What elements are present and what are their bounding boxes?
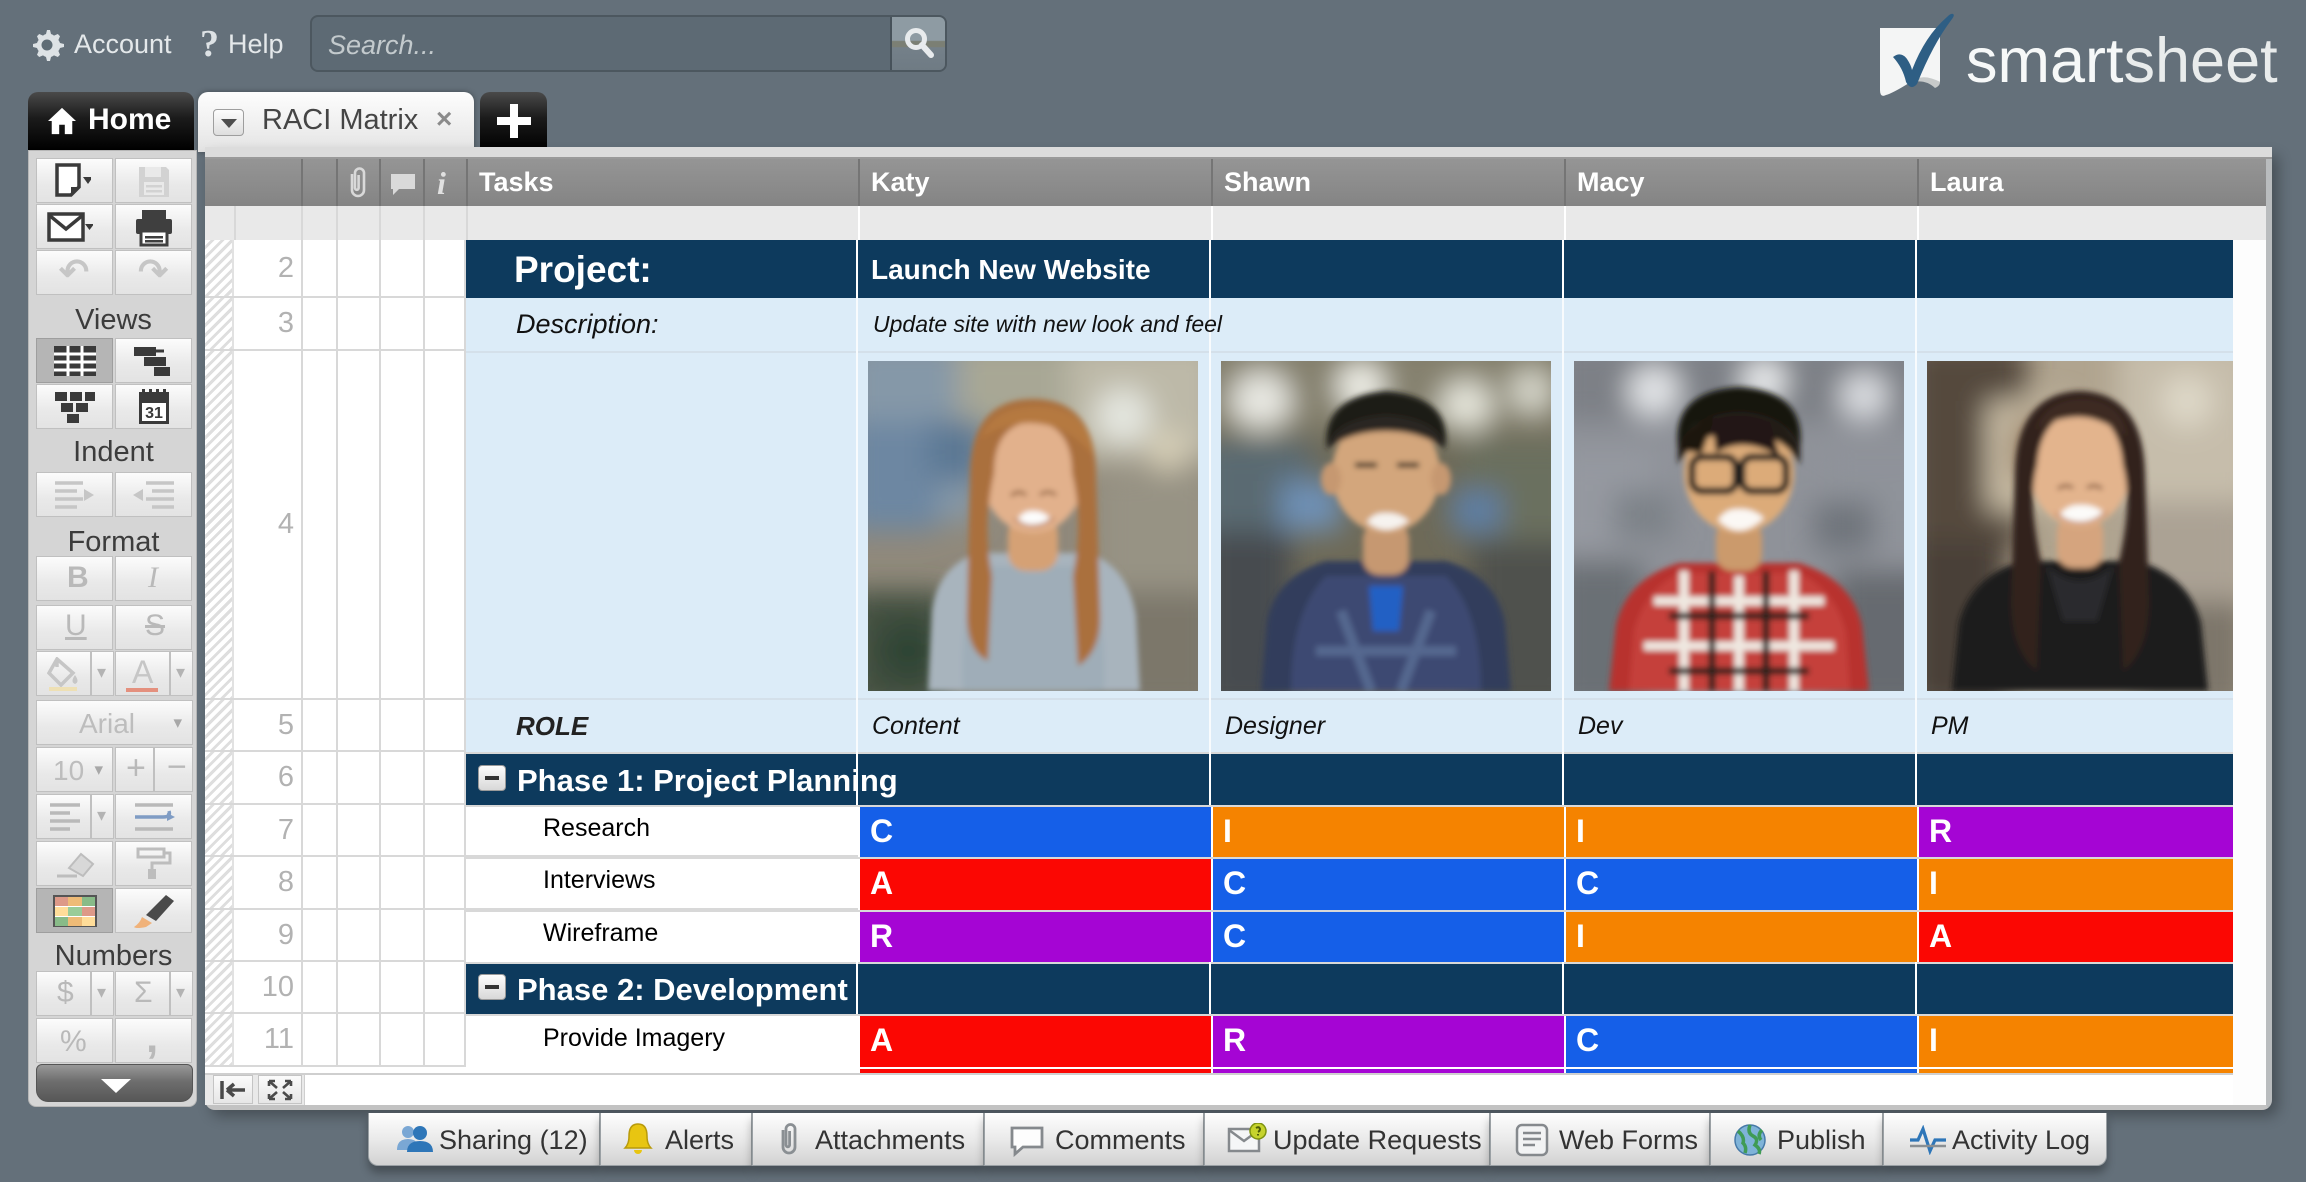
svg-text:31: 31 xyxy=(145,405,163,422)
